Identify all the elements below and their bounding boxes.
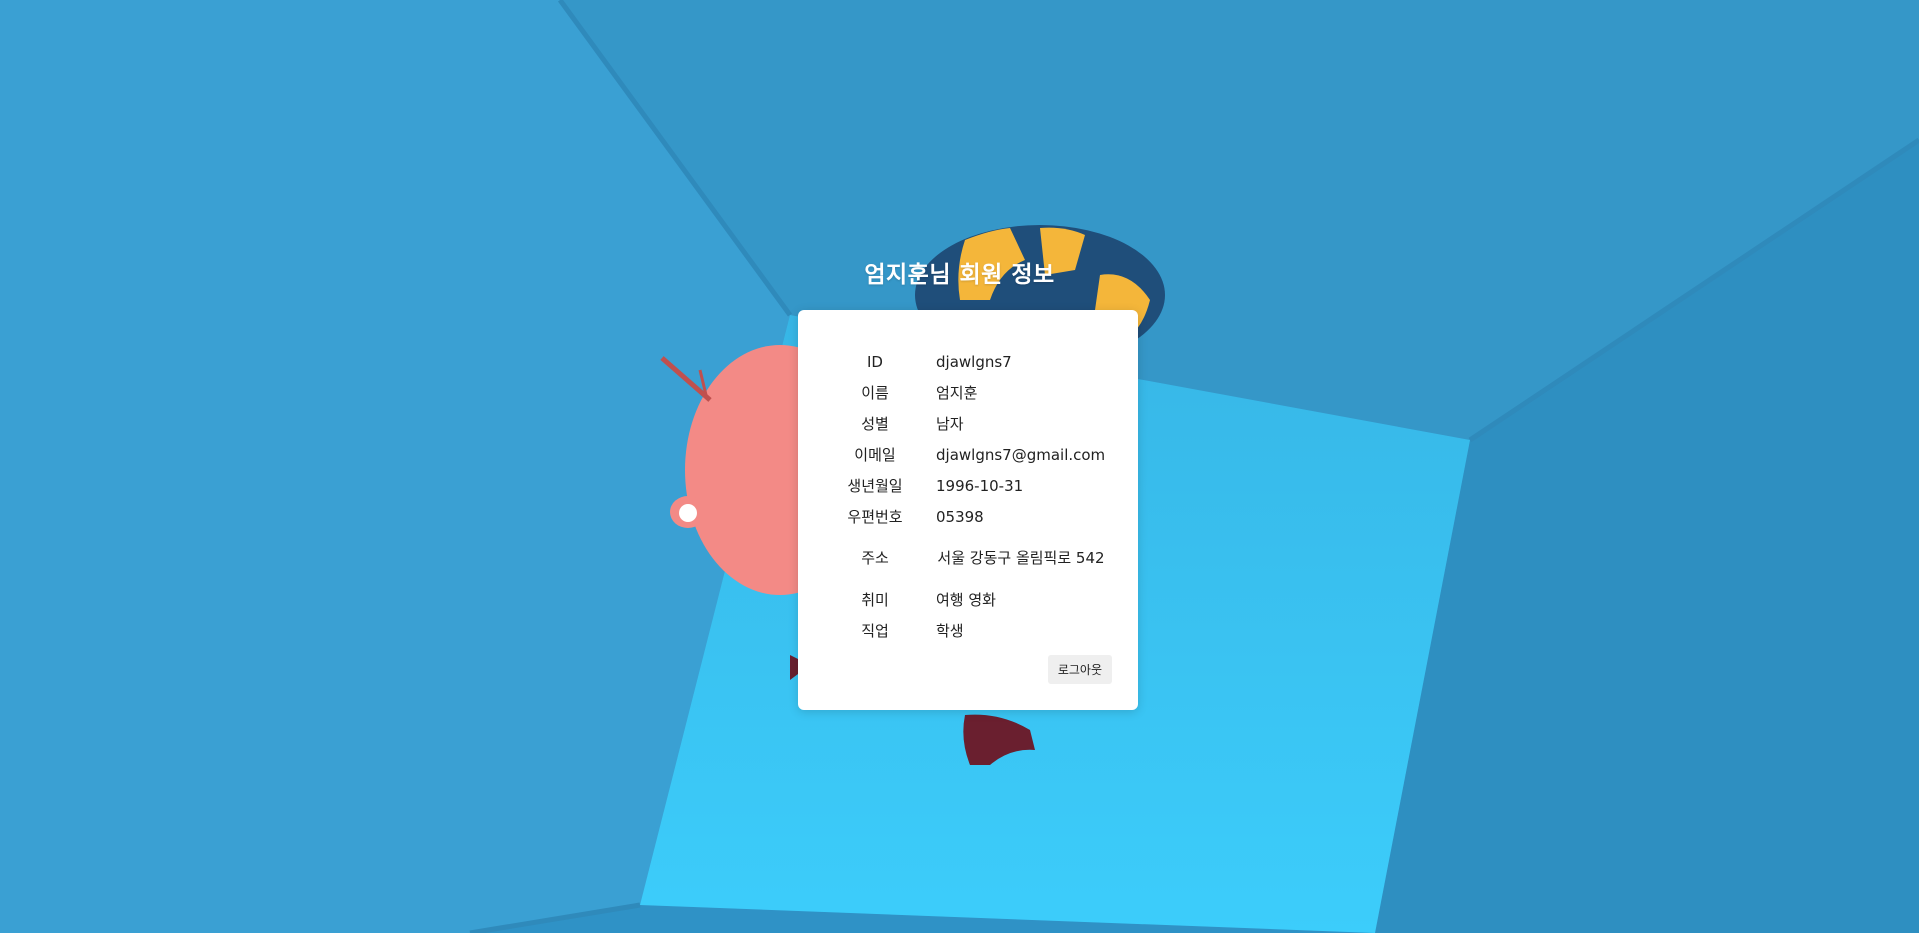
table-row: ID djawlgns7 <box>822 346 1106 377</box>
gender-label: 성별 <box>861 414 889 433</box>
table-row: 직업 학생 <box>822 615 1106 646</box>
birthdate-value: 1996-10-31 <box>936 476 1024 495</box>
logout-button[interactable]: 로그아웃 <box>1047 655 1112 684</box>
address-label: 주소 <box>861 549 889 567</box>
hobby-label: 취미 <box>861 590 889 609</box>
hobby-value: 여행 영화 <box>936 590 996 609</box>
postcode-value: 05398 <box>936 507 984 526</box>
job-value: 학생 <box>936 621 964 640</box>
table-row: 성별 남자 <box>822 408 1106 439</box>
table-row: 생년월일 1996-10-31 <box>822 470 1106 501</box>
id-value: djawlgns7 <box>936 352 1012 371</box>
page-title: 엄지훈님 회원 정보 <box>864 262 1055 288</box>
address-value: 서울 강동구 올림픽로 542 <box>937 549 1105 567</box>
table-row: 이름 엄지훈 <box>822 377 1106 408</box>
id-label: ID <box>867 352 883 371</box>
email-label: 이메일 <box>854 445 896 464</box>
table-row: 우편번호 05398 <box>822 501 1106 532</box>
postcode-label: 우편번호 <box>847 507 903 526</box>
table-row: 이메일 djawlgns7@gmail.com <box>822 439 1106 470</box>
gender-value: 남자 <box>936 414 964 433</box>
table-row: 취미 여행 영화 <box>822 584 1106 615</box>
member-info-table: ID djawlgns7 이름 엄지훈 성별 남자 이메일 djawlgns7@… <box>822 346 1106 646</box>
name-value: 엄지훈 <box>936 383 978 402</box>
name-label: 이름 <box>861 383 889 402</box>
job-label: 직업 <box>861 621 889 640</box>
email-value: djawlgns7@gmail.com <box>936 445 1106 464</box>
birthdate-label: 생년월일 <box>847 476 903 495</box>
table-row: 주소 서울 강동구 올림픽로 542 <box>822 532 1106 584</box>
member-info-card: ID djawlgns7 이름 엄지훈 성별 남자 이메일 djawlgns7@… <box>798 310 1138 710</box>
